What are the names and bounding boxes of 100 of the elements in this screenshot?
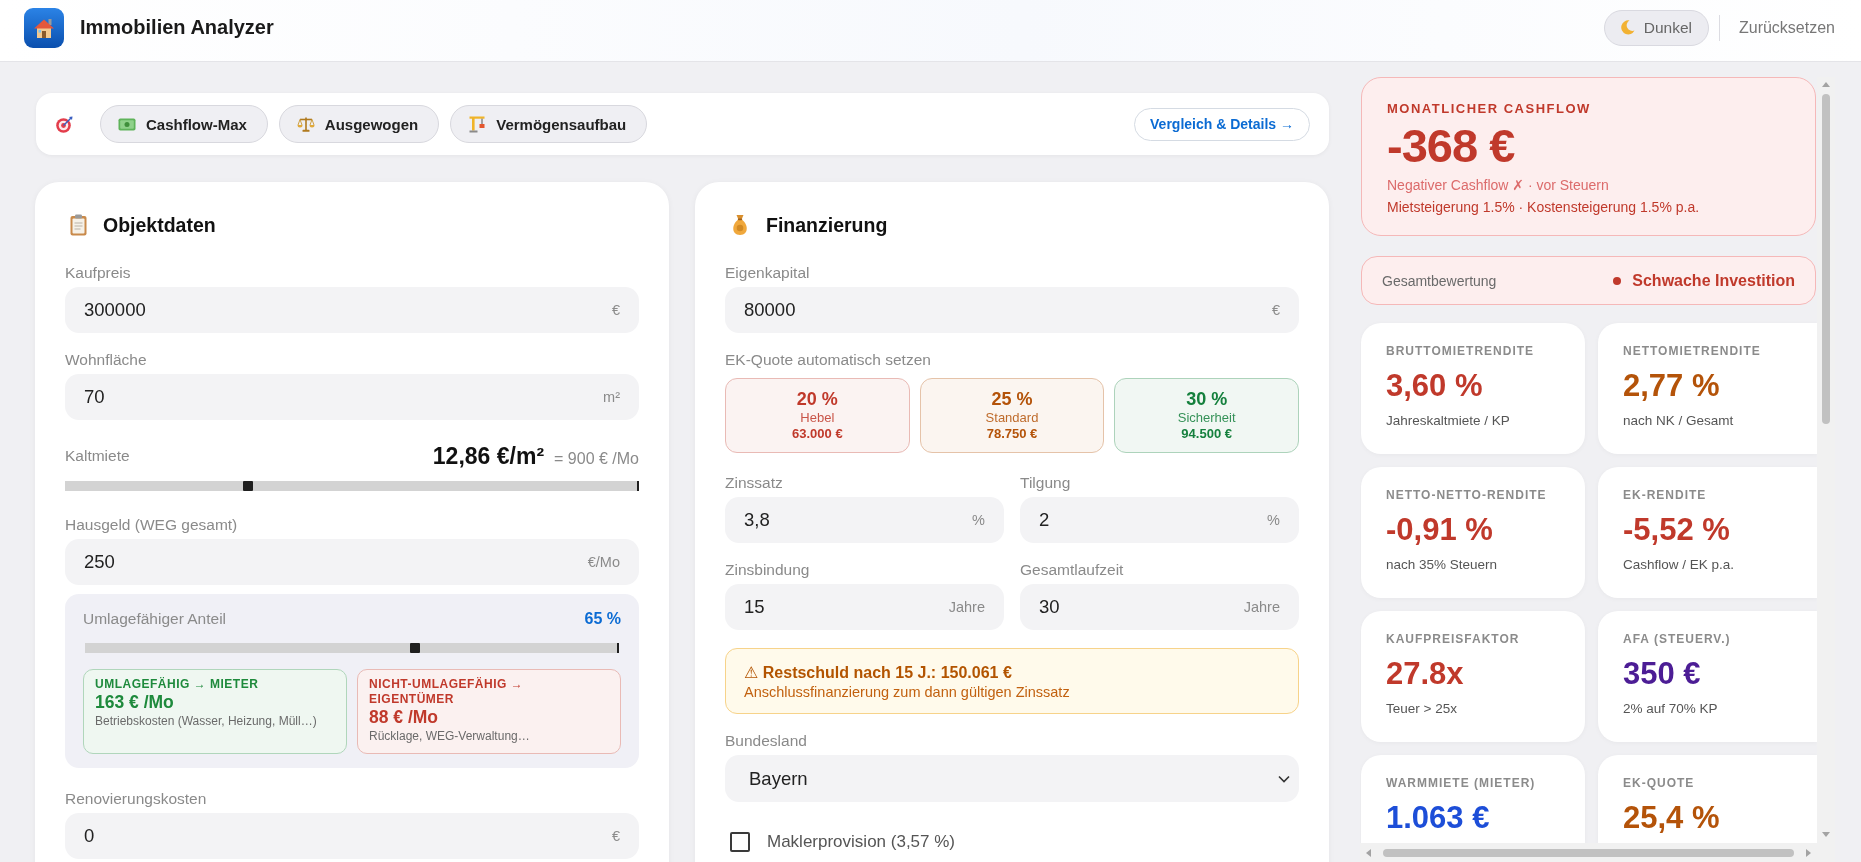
rent-note: = 900 € /Mo xyxy=(554,449,639,468)
scrollbar-thumb[interactable] xyxy=(1822,94,1830,424)
metric-value: 1.063 € xyxy=(1386,800,1491,836)
equity-preset-button[interactable]: 25 % Standard 78.750 € xyxy=(919,378,1105,453)
unit-label: % xyxy=(972,512,985,528)
slider-track[interactable] xyxy=(65,481,639,491)
metric-label: EK-RENDITE xyxy=(1623,488,1708,503)
field-label: Umlagefähiger Anteil xyxy=(83,610,227,628)
crane-icon xyxy=(468,115,487,133)
slider-thumb[interactable] xyxy=(409,643,420,653)
number-input[interactable]: 0 € xyxy=(65,813,639,859)
metric-label: NETTO-NETTO-RENDITE xyxy=(1386,488,1548,503)
number-input[interactable]: 2 % xyxy=(1020,497,1299,543)
metric-label: EK-QUOTE xyxy=(1623,776,1696,791)
metric-label: AFA (STEUERV.) xyxy=(1623,632,1732,647)
scales-icon xyxy=(296,116,315,132)
checkbox[interactable] xyxy=(730,832,750,852)
rent-reading: 12,86 €/m² xyxy=(432,442,545,470)
unit-label: m² xyxy=(603,389,620,405)
number-input[interactable]: 300000 € xyxy=(65,287,639,333)
metric-value: 25,4 % xyxy=(1623,800,1721,836)
metric-note: nach NK / Gesamt xyxy=(1623,412,1735,429)
metric-value: -0,91 % xyxy=(1386,512,1494,548)
status-dot-icon xyxy=(1613,276,1622,285)
metric-label: BRUTTOMIETRENDITE xyxy=(1386,344,1536,359)
field-label: Bundesland xyxy=(725,732,808,750)
metric-note: Cashflow / EK p.a. xyxy=(1623,556,1736,573)
number-input[interactable]: 15 Jahre xyxy=(725,584,1004,630)
field-label: Kaltmiete xyxy=(65,447,130,465)
metric-value: 2,77 % xyxy=(1623,368,1721,404)
cashflow-value: -368 € xyxy=(1387,122,1516,170)
money-bag-icon xyxy=(730,214,750,236)
caret-right-icon[interactable] xyxy=(1806,848,1811,857)
number-input[interactable]: 70 m² xyxy=(65,374,639,420)
number-input[interactable]: 30 Jahre xyxy=(1020,584,1299,630)
clipboard-icon xyxy=(70,214,87,236)
equity-preset-button[interactable]: 20 % Hebel 63.000 € xyxy=(725,378,910,453)
strategy-preset-button[interactable]: Cashflow-Max xyxy=(100,105,268,143)
share-note: Rücklage, WEG-Verwaltung… xyxy=(369,728,531,744)
cashflow-status: Negativer Cashflow ✗ · vor Steuern xyxy=(1387,176,1610,194)
field-label: Zinssatz xyxy=(725,474,784,492)
field-label: Zinsbindung xyxy=(725,561,811,579)
notice-title: ⚠ Restschuld nach 15 J.: 150.061 € xyxy=(744,663,1013,683)
app-title: Immobilien Analyzer xyxy=(80,16,274,39)
metric-label: NETTOMIETRENDITE xyxy=(1623,344,1762,359)
card-title: Finanzierung xyxy=(766,213,888,237)
metric-note: Jahreskaltmiete / KP xyxy=(1386,412,1511,429)
unit-label: Jahre xyxy=(1243,599,1280,615)
unit-label: € xyxy=(1271,302,1280,318)
metric-value: 3,60 % xyxy=(1386,368,1484,404)
field-label: Gesamtlaufzeit xyxy=(1020,561,1125,579)
share-title: NICHT-UMLAGEFÄHIG → EIGENTÜMER xyxy=(369,677,525,707)
scrollbar-thumb[interactable] xyxy=(1383,848,1794,857)
caret-up-icon[interactable] xyxy=(1822,82,1830,87)
caret-left-icon[interactable] xyxy=(1366,848,1371,857)
strategy-preset-button[interactable]: Vermögensaufbau xyxy=(450,105,648,143)
number-input[interactable]: 3,8 % xyxy=(725,497,1004,543)
slider-thumb[interactable] xyxy=(243,481,254,491)
banknote-icon xyxy=(118,117,136,131)
metric-note: Teuer > 25x xyxy=(1386,700,1458,717)
metric-note: 2% auf 70% KP xyxy=(1623,700,1719,717)
card-title: Objektdaten xyxy=(103,213,216,237)
reset-button[interactable]: Zurücksetzen xyxy=(1738,18,1835,37)
share-note: Betriebskosten (Wasser, Heizung, Müll…) xyxy=(95,713,318,729)
caret-down-icon[interactable] xyxy=(1822,832,1830,837)
field-label: Wohnfläche xyxy=(65,351,148,369)
checkbox-label[interactable]: Maklerprovision (3,57 %) xyxy=(767,832,955,852)
target-icon xyxy=(56,115,73,133)
metric-value: 350 € xyxy=(1623,656,1702,692)
moon-icon xyxy=(1619,20,1635,35)
number-input[interactable]: 250 €/Mo xyxy=(65,539,639,585)
strategy-preset-button[interactable]: Ausgewogen xyxy=(278,105,440,143)
metric-note: nach 35% Steuern xyxy=(1386,556,1499,573)
number-input[interactable]: 80000 € xyxy=(725,287,1299,333)
theme-toggle-button[interactable]: Dunkel xyxy=(1603,9,1709,46)
slider-track[interactable] xyxy=(85,643,619,653)
unit-label: € xyxy=(611,828,620,844)
share-title: UMLAGEFÄHIG → MIETER xyxy=(95,677,260,692)
metric-value: -5,52 % xyxy=(1623,512,1731,548)
metric-label: KAUFPREISFAKTOR xyxy=(1386,632,1521,647)
field-label: Eigenkapital xyxy=(725,264,811,282)
metric-value: 27.8x xyxy=(1386,656,1465,692)
notice-text: Anschlussfinanzierung zum dann gültigen Zinssatz xyxy=(744,683,1071,701)
dropdown[interactable]: Bayern xyxy=(725,755,1299,802)
unit-label: Jahre xyxy=(948,599,985,615)
field-label: EK-Quote automatisch setzen xyxy=(725,351,932,369)
unit-label: €/Mo xyxy=(587,554,620,570)
share-amount: 163 € /Mo xyxy=(95,692,175,713)
rating-value: Schwache Investition xyxy=(1632,271,1795,290)
share-amount: 88 € /Mo xyxy=(369,707,440,728)
equity-preset-button[interactable]: 30 % Sicherheit 94.500 € xyxy=(1114,378,1299,453)
cashflow-label: MONATLICHER CASHFLOW xyxy=(1387,101,1592,117)
unit-label: % xyxy=(1267,512,1280,528)
details-button[interactable]: Vergleich & Details → xyxy=(1134,107,1310,141)
field-label: Kaufpreis xyxy=(65,264,132,282)
cashflow-assumptions: Mietsteigerung 1.5% · Kostensteigerung 1.5% p.a. xyxy=(1387,198,1701,216)
house-logo-icon[interactable] xyxy=(24,7,64,48)
chevron-down-icon xyxy=(1278,774,1290,783)
field-label: Tilgung xyxy=(1020,474,1072,492)
unit-label: € xyxy=(611,302,620,318)
